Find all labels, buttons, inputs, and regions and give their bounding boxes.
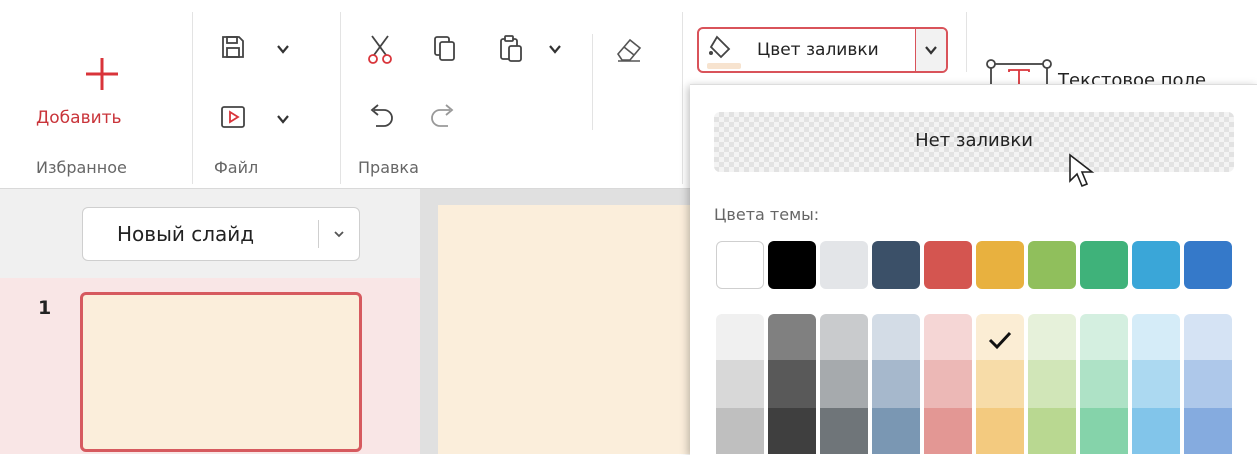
theme-color-swatch[interactable]	[716, 241, 764, 289]
theme-color-swatch[interactable]	[768, 241, 816, 289]
theme-color-swatch[interactable]	[872, 241, 920, 289]
no-fill-label: Нет заливки	[915, 130, 1033, 151]
shade-color-swatch[interactable]	[768, 314, 816, 360]
slide-thumbnail[interactable]	[80, 292, 362, 452]
redo-button[interactable]	[426, 100, 460, 130]
divider	[318, 220, 319, 248]
paste-button[interactable]	[496, 32, 526, 66]
theme-color-swatch[interactable]	[1132, 241, 1180, 289]
chevron-down-icon[interactable]	[276, 42, 290, 56]
shade-color-swatch[interactable]	[872, 314, 920, 360]
fill-color-dropdown-toggle[interactable]	[915, 29, 946, 71]
shade-color-swatch[interactable]	[768, 360, 816, 408]
shade-color-swatch[interactable]	[924, 408, 972, 454]
shade-color-swatch[interactable]	[976, 314, 1024, 360]
fill-color-label: Цвет заливки	[757, 40, 879, 60]
slide-canvas[interactable]	[438, 205, 700, 454]
theme-color-swatch[interactable]	[1184, 241, 1232, 289]
shade-color-swatch[interactable]	[976, 408, 1024, 454]
shade-color-swatch[interactable]	[1184, 314, 1232, 360]
save-button[interactable]	[218, 32, 248, 62]
chevron-down-icon	[925, 46, 937, 55]
chevron-down-icon[interactable]	[333, 228, 345, 240]
clear-format-button[interactable]	[612, 32, 646, 66]
shade-color-swatch[interactable]	[1184, 360, 1232, 408]
slide-number: 1	[38, 297, 52, 319]
new-slide-button[interactable]: Новый слайд	[82, 207, 360, 261]
shade-color-swatch[interactable]	[976, 360, 1024, 408]
shade-color-swatch[interactable]	[716, 314, 764, 360]
shade-color-swatch[interactable]	[1080, 314, 1128, 360]
shade-color-swatch[interactable]	[820, 408, 868, 454]
shade-color-swatch[interactable]	[1132, 360, 1180, 408]
add-button[interactable]	[20, 50, 180, 145]
shade-color-swatch[interactable]	[924, 314, 972, 360]
eraser-icon	[616, 38, 642, 62]
shade-color-swatch[interactable]	[820, 360, 868, 408]
group-separator	[682, 12, 683, 184]
shade-color-swatch[interactable]	[1184, 408, 1232, 454]
group-label-file: Файл	[214, 158, 259, 177]
shade-color-swatch[interactable]	[1080, 408, 1128, 454]
group-label-edit: Правка	[358, 158, 419, 177]
shade-color-swatch[interactable]	[716, 408, 764, 454]
chevron-down-icon[interactable]	[276, 112, 290, 126]
divider	[592, 34, 593, 130]
add-button-label: Добавить	[36, 108, 122, 128]
shade-color-swatch[interactable]	[716, 360, 764, 408]
new-slide-label: Новый слайд	[117, 222, 255, 246]
redo-icon	[431, 104, 454, 127]
play-slideshow-icon	[221, 106, 245, 128]
shade-color-swatch[interactable]	[872, 360, 920, 408]
shade-color-swatch[interactable]	[1080, 360, 1128, 408]
paint-bucket-icon	[707, 35, 741, 69]
theme-colors-label: Цвета темы:	[714, 205, 820, 224]
slideshow-button[interactable]	[218, 102, 248, 132]
shade-color-swatch[interactable]	[1028, 314, 1076, 360]
theme-color-swatch[interactable]	[1028, 241, 1076, 289]
paste-icon	[500, 35, 522, 62]
shade-color-swatch[interactable]	[872, 408, 920, 454]
save-icon	[222, 36, 244, 58]
shade-color-swatch[interactable]	[820, 314, 868, 360]
undo-button[interactable]	[364, 100, 398, 130]
shade-color-swatch[interactable]	[1028, 408, 1076, 454]
group-separator	[192, 12, 193, 184]
undo-icon	[370, 104, 393, 127]
shade-color-swatch[interactable]	[1132, 314, 1180, 360]
shade-color-swatch[interactable]	[768, 408, 816, 454]
checkmark-icon	[988, 331, 1012, 350]
copy-button[interactable]	[430, 32, 460, 66]
chevron-down-icon[interactable]	[548, 42, 562, 56]
plus-icon	[86, 58, 118, 90]
theme-color-swatch[interactable]	[976, 241, 1024, 289]
cut-button[interactable]	[364, 32, 396, 66]
group-label-favorites: Избранное	[36, 158, 127, 177]
scissors-icon	[368, 35, 392, 64]
theme-color-swatch[interactable]	[820, 241, 868, 289]
group-separator	[966, 12, 967, 72]
group-separator	[340, 12, 341, 184]
shade-color-swatch[interactable]	[1132, 408, 1180, 454]
fill-color-button[interactable]: Цвет заливки	[697, 27, 948, 73]
copy-icon	[434, 36, 455, 61]
shade-color-swatch[interactable]	[924, 360, 972, 408]
mouse-cursor-icon	[1069, 153, 1095, 188]
theme-color-swatch[interactable]	[1080, 241, 1128, 289]
theme-color-swatch[interactable]	[924, 241, 972, 289]
no-fill-button[interactable]: Нет заливки	[714, 112, 1234, 172]
shade-color-swatch[interactable]	[1028, 360, 1076, 408]
